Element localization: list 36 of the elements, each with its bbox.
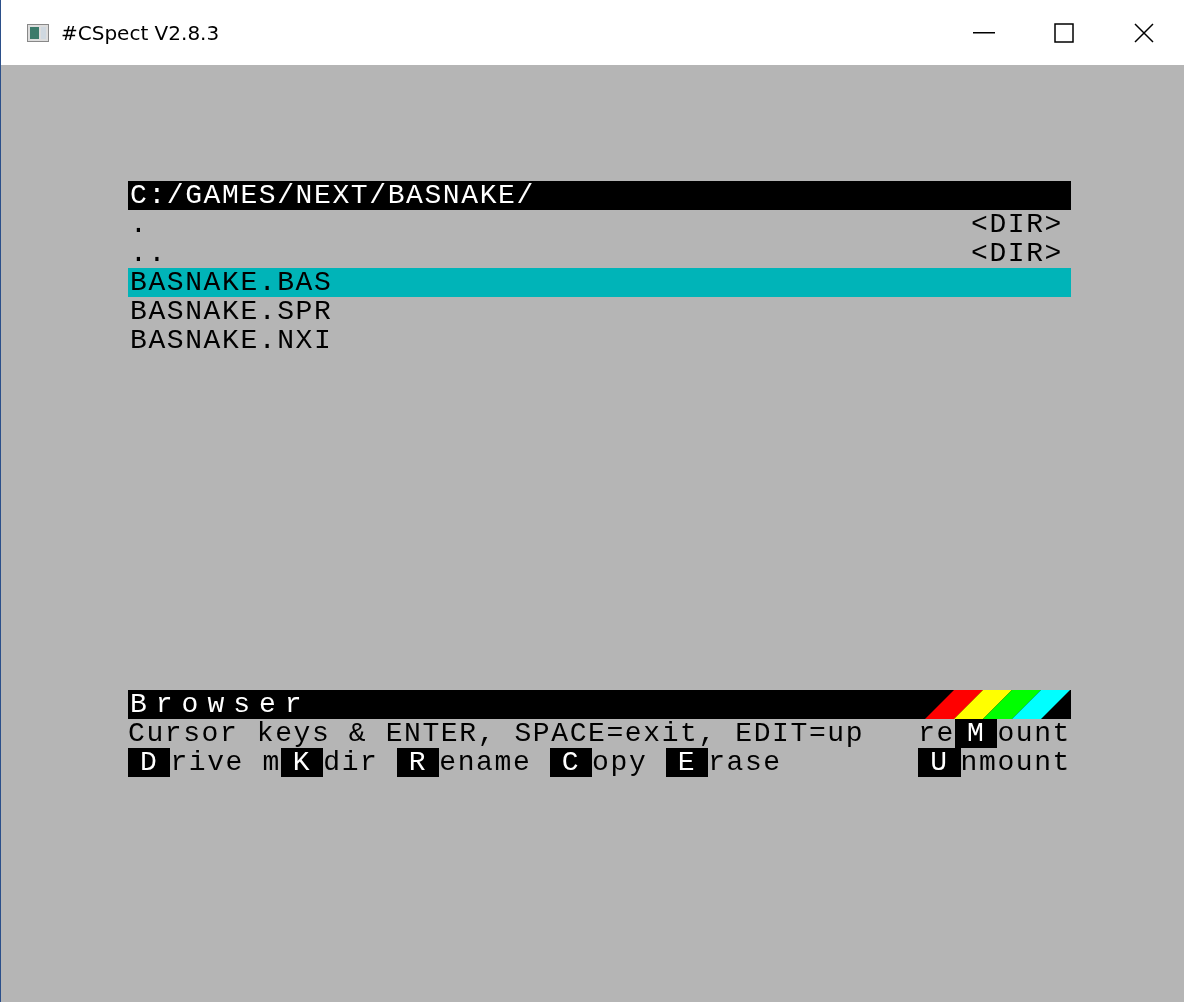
maximize-icon xyxy=(1054,22,1074,43)
file-name: BASNAKE.SPR xyxy=(130,297,333,326)
help-text: rive m xyxy=(170,748,281,777)
file-type: <DIR> xyxy=(971,210,1063,239)
key-label: M xyxy=(954,719,998,748)
file-name: BASNAKE.BAS xyxy=(130,268,333,297)
help-text: ount xyxy=(997,719,1071,748)
file-row[interactable]: BASNAKE.BAS xyxy=(128,268,1071,297)
file-type: <DIR> xyxy=(971,239,1063,268)
help-text: rase xyxy=(708,748,782,777)
file-row[interactable]: BASNAKE.NXI xyxy=(128,326,1071,355)
window-title: #CSpect V2.8.3 xyxy=(61,20,221,45)
help-text: dir xyxy=(323,748,380,777)
file-name: . xyxy=(130,210,149,239)
file-row[interactable]: BASNAKE.SPR xyxy=(128,297,1071,326)
key-label: K xyxy=(280,748,324,777)
help-text: Cursor keys & ENTER, SPACE=exit, EDIT=up xyxy=(128,719,865,748)
app-icon xyxy=(27,23,49,42)
close-icon xyxy=(1134,22,1154,43)
footer-title: Browser xyxy=(129,690,311,719)
key-label: E xyxy=(665,748,709,777)
key-label: R xyxy=(396,748,440,777)
rainbow-stripes-icon xyxy=(925,690,1071,719)
key-label: C xyxy=(549,748,593,777)
help-text: ename xyxy=(439,748,533,777)
key-label: D xyxy=(128,748,171,777)
help-text: nmount xyxy=(960,748,1071,777)
file-row[interactable]: . <DIR> xyxy=(128,210,1071,239)
key-label: U xyxy=(918,748,961,777)
file-row[interactable]: .. <DIR> xyxy=(128,239,1071,268)
file-name: .. xyxy=(130,239,167,268)
file-name: BASNAKE.NXI xyxy=(130,326,333,355)
minimize-icon xyxy=(973,31,995,34)
help-text: re xyxy=(918,719,955,748)
help-text: opy xyxy=(592,748,649,777)
path-bar: C:/GAMES/NEXT/BASNAKE/ xyxy=(128,181,1071,210)
